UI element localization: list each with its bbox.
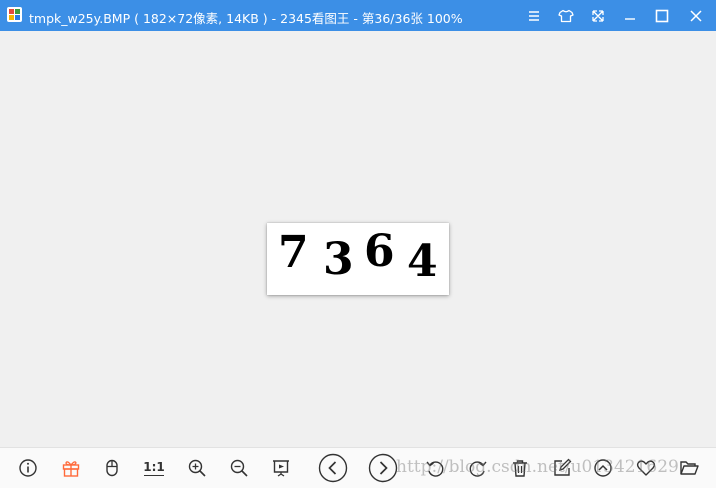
- fullscreen-button[interactable]: [582, 0, 614, 31]
- captcha-digit: 3: [323, 234, 354, 285]
- close-icon: [690, 9, 702, 22]
- actual-size-button[interactable]: 1:1: [142, 456, 166, 480]
- rotate-left-button[interactable]: [423, 456, 447, 480]
- image-canvas[interactable]: 7 3 6 4: [0, 31, 716, 447]
- zoom-in-icon: [188, 459, 206, 477]
- close-button[interactable]: [680, 0, 712, 31]
- gift-button[interactable]: [59, 456, 83, 480]
- upload-button[interactable]: [591, 456, 615, 480]
- favorite-button[interactable]: [634, 456, 658, 480]
- expand-icon: [592, 9, 604, 22]
- heart-icon: [636, 460, 656, 476]
- window-title: tmpk_w25y.BMP ( 182×72像素, 14KB ) - 2345看…: [29, 11, 463, 26]
- skin-button[interactable]: [550, 0, 582, 31]
- app-logo-icon: [7, 7, 22, 22]
- actual-size-label: 1:1: [143, 459, 165, 474]
- edit-icon: [554, 458, 572, 476]
- chevron-right-icon: [368, 453, 398, 483]
- rotate-left-icon: [426, 461, 444, 477]
- zoom-out-button[interactable]: [227, 456, 251, 480]
- zoom-in-button[interactable]: [185, 456, 209, 480]
- minimize-icon: [625, 17, 635, 20]
- info-button[interactable]: [16, 456, 40, 480]
- previous-image-button[interactable]: [318, 453, 348, 483]
- shirt-icon: [558, 9, 574, 22]
- bottom-toolbar: 1:1: [0, 447, 716, 488]
- captcha-digit: 6: [364, 226, 395, 277]
- delete-button[interactable]: [508, 456, 532, 480]
- gift-icon: [62, 461, 80, 477]
- slideshow-button[interactable]: [269, 456, 293, 480]
- folder-icon: [680, 461, 699, 475]
- captcha-digit: 7: [278, 227, 309, 278]
- zoom-out-icon: [230, 459, 248, 477]
- chevron-up-circle-icon: [594, 459, 612, 477]
- rotate-right-icon: [469, 461, 487, 477]
- captcha-image[interactable]: 7 3 6 4: [267, 223, 449, 295]
- trash-icon: [513, 460, 527, 477]
- edit-button[interactable]: [550, 456, 574, 480]
- rotate-right-button[interactable]: [466, 456, 490, 480]
- maximize-button[interactable]: [646, 0, 678, 31]
- menu-button[interactable]: [518, 0, 550, 31]
- chevron-left-icon: [318, 453, 348, 483]
- info-icon: [19, 459, 37, 477]
- captcha-digit: 4: [407, 236, 438, 287]
- mouse-icon: [106, 459, 118, 477]
- next-image-button[interactable]: [368, 453, 398, 483]
- minimize-button[interactable]: [614, 0, 646, 31]
- title-bar[interactable]: tmpk_w25y.BMP ( 182×72像素, 14KB ) - 2345看…: [0, 0, 716, 31]
- menu-icon: [529, 10, 539, 21]
- mouse-mode-button[interactable]: [100, 456, 124, 480]
- open-folder-button[interactable]: [677, 456, 701, 480]
- maximize-icon: [655, 9, 669, 22]
- slideshow-icon: [273, 460, 289, 477]
